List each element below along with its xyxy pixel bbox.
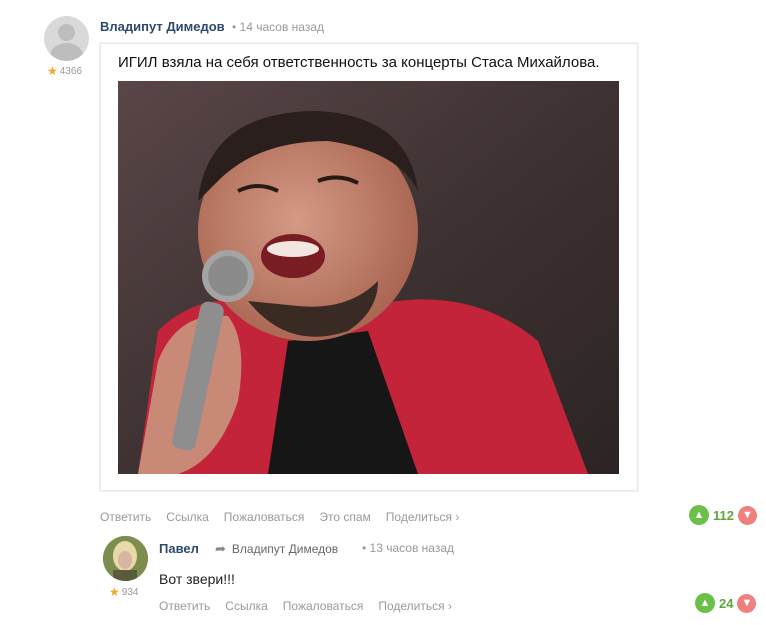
star-icon: ★ xyxy=(47,64,58,78)
reply-button[interactable]: Ответить xyxy=(100,510,151,524)
reply-text: Вот звери!!! xyxy=(159,571,235,587)
reply-author[interactable]: Павел xyxy=(159,541,199,556)
thumb-down-icon[interactable]: ▼ xyxy=(737,505,757,525)
user-rating: ★ 4366 xyxy=(47,65,82,77)
vote-block: ▲ 112 ▼ xyxy=(689,505,757,525)
thumb-up-icon[interactable]: ▲ xyxy=(695,593,715,613)
avatar[interactable] xyxy=(44,16,89,61)
thumb-up-icon[interactable]: ▲ xyxy=(689,505,709,525)
reply-link-button[interactable]: Ссылка xyxy=(225,599,267,613)
reply-like-count: 24 xyxy=(719,595,734,611)
star-icon: ★ xyxy=(109,585,120,599)
link-button[interactable]: Ссылка xyxy=(166,510,208,524)
post-card: ИГИЛ взяла на себя ответственность за ко… xyxy=(100,43,638,491)
reply-time: • 13 часов назад xyxy=(362,541,455,555)
singer-photo-illustration xyxy=(118,81,619,474)
thumb-down-icon[interactable]: ▼ xyxy=(737,593,757,613)
reply-report-button[interactable]: Пожаловаться xyxy=(283,599,364,613)
reply-avatar[interactable] xyxy=(103,536,148,581)
reply-share-button[interactable]: Поделиться › xyxy=(378,599,452,613)
reply-vote-block: ▲ 24 ▼ xyxy=(695,593,757,613)
spam-button[interactable]: Это спам xyxy=(319,510,370,524)
rating-value: 4366 xyxy=(59,65,83,77)
avatar-head-shape xyxy=(58,24,75,41)
comment-actions: Ответить Ссылка Пожаловаться Это спам По… xyxy=(100,510,459,524)
avatar-body-shape xyxy=(50,43,83,61)
reply-user-rating: ★ 934 xyxy=(109,586,138,598)
reply-to-name[interactable]: Владипут Димедов xyxy=(232,542,338,556)
like-count: 112 xyxy=(713,507,734,523)
reply-rating-value: 934 xyxy=(121,586,139,598)
post-photo[interactable] xyxy=(118,81,619,474)
report-button[interactable]: Пожаловаться xyxy=(224,510,305,524)
post-caption: ИГИЛ взяла на себя ответственность за ко… xyxy=(118,54,600,71)
reply-to: ➦ Владипут Димедов xyxy=(215,541,338,557)
reply-actions: Ответить Ссылка Пожаловаться Поделиться … xyxy=(159,599,452,613)
comment-author[interactable]: Владипут Димедов xyxy=(100,19,225,34)
reply-arrow-icon: ➦ xyxy=(215,541,226,556)
comment-time: • 14 часов назад xyxy=(232,20,325,34)
share-button[interactable]: Поделиться › xyxy=(386,510,460,524)
reply-reply-button[interactable]: Ответить xyxy=(159,599,210,613)
reply-avatar-photo xyxy=(103,536,148,581)
